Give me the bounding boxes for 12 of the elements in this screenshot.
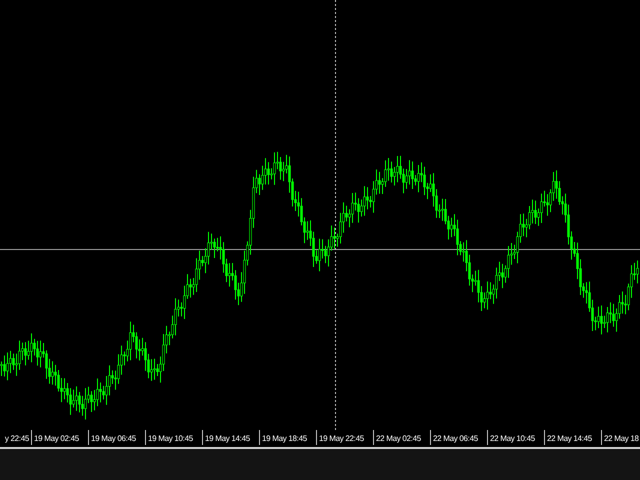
time-axis-label: 22 May 18 — [601, 430, 640, 445]
time-axis-label: 22 May 06:45 — [430, 430, 487, 445]
time-axis-label: 19 May 14:45 — [202, 430, 259, 445]
time-axis-label: 19 May 06:45 — [88, 430, 145, 445]
time-axis-label: 22 May 02:45 — [373, 430, 430, 445]
time-axis-label: 19 May 18:45 — [259, 430, 316, 445]
time-axis-label: y 22:45 — [4, 433, 30, 445]
time-axis-label: 22 May 14:45 — [544, 430, 601, 445]
time-axis-label: 19 May 02:45 — [31, 430, 88, 445]
time-axis-label: 19 May 10:45 — [145, 430, 202, 445]
time-axis-label: 19 May 22:45 — [316, 430, 373, 445]
time-axis-label: 22 May 10:45 — [487, 430, 544, 445]
